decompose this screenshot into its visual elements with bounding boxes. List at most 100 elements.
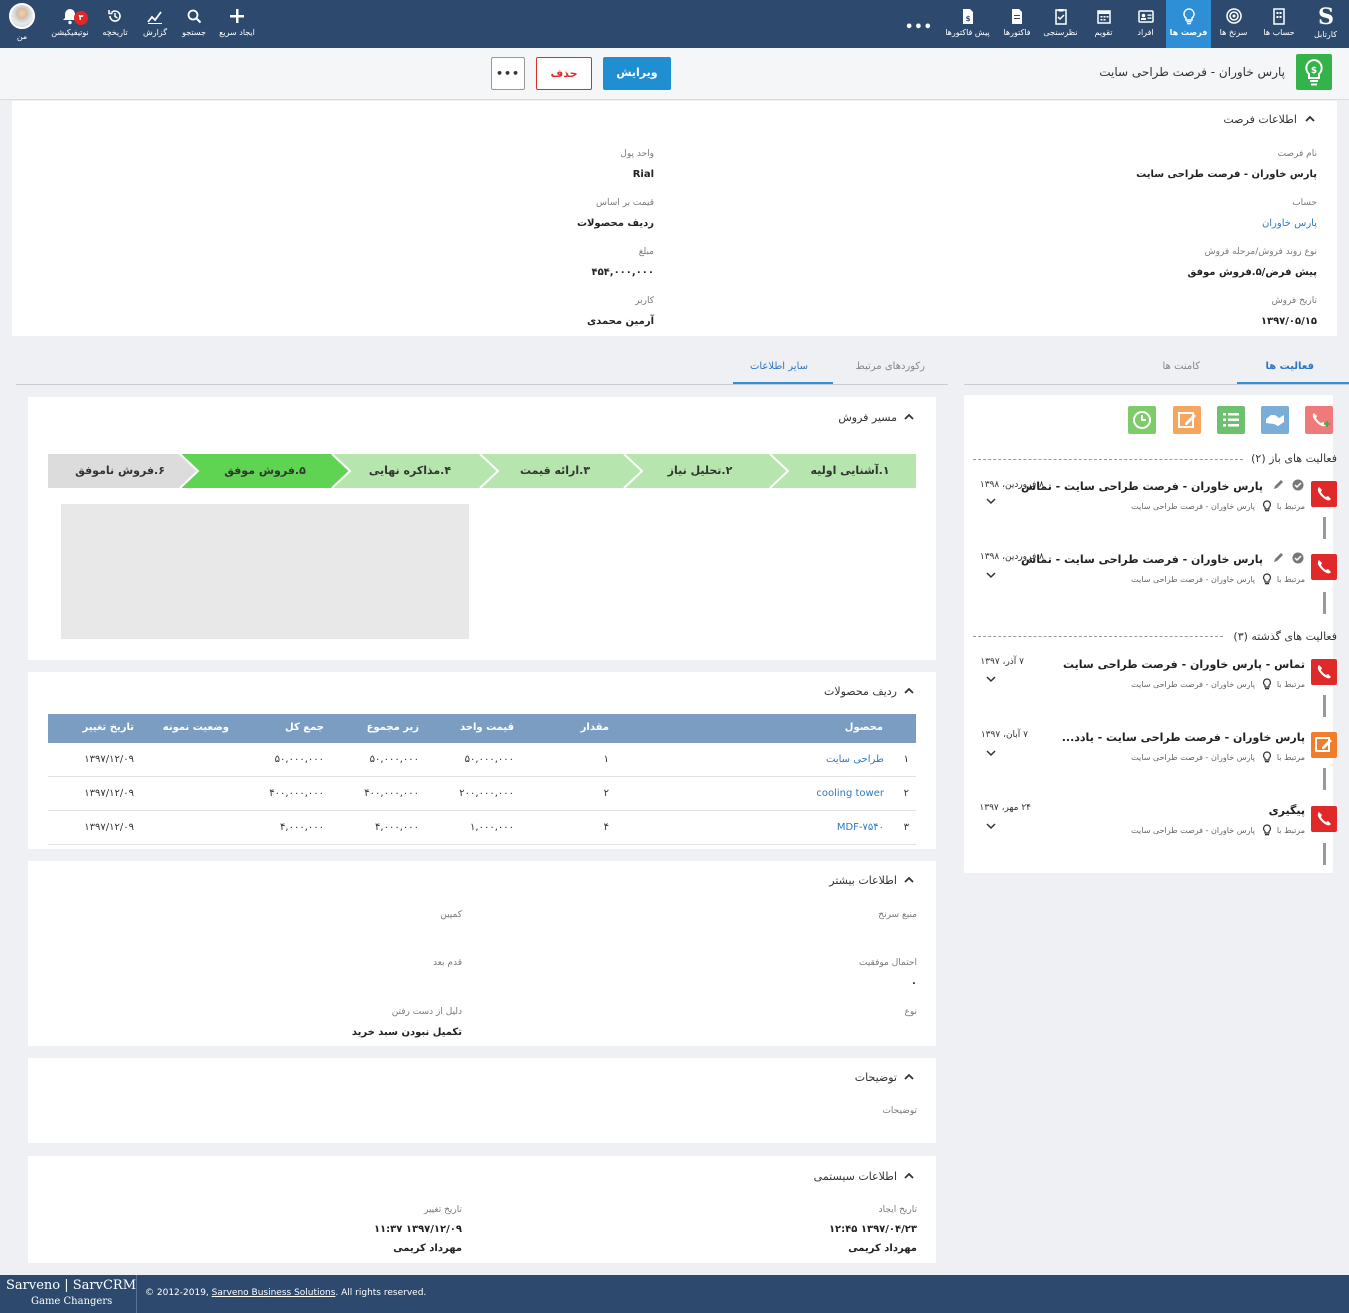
phone-plus-icon bbox=[1312, 413, 1330, 427]
chevron-up-icon[interactable] bbox=[1305, 114, 1315, 124]
edit-pencil-icon[interactable] bbox=[1272, 479, 1284, 491]
field-value: مهرداد کریمی bbox=[848, 1243, 917, 1254]
nav-contacts[interactable]: افراد bbox=[1125, 0, 1166, 48]
notification-count-badge: ۳ bbox=[74, 11, 88, 25]
cell-changed: ۱۳۹۷/۱۲/۰۹ bbox=[84, 822, 134, 833]
nav-quick-create[interactable]: ایجاد سریع bbox=[217, 0, 257, 48]
cell-unit-price: ۱,۰۰۰,۰۰۰ bbox=[470, 822, 514, 833]
column-header-sample-status: وضعیت نمونه bbox=[162, 722, 229, 733]
section-title: اطلاعات فرصت bbox=[1223, 113, 1297, 126]
field-label: قدم بعد bbox=[432, 958, 462, 968]
nav-report[interactable]: گزارش bbox=[139, 0, 171, 48]
record-header: $ پارس خاوران - فرصت طراحی سایت ویرایش ح… bbox=[0, 48, 1349, 100]
activity-title-link[interactable]: پارس خاوران - فرصت طراحی سایت - تماس bbox=[1021, 480, 1263, 493]
field-label: احتمال موفقیت bbox=[858, 958, 917, 968]
nav-preinvoices[interactable]: $ پیش فاکتورها bbox=[940, 0, 995, 48]
activity-date: ۷ آذر، ۱۳۹۷ bbox=[980, 657, 1024, 667]
stage-final-negotiation[interactable]: ۴.مذاکره نهایی bbox=[350, 454, 470, 488]
delete-button[interactable]: حذف bbox=[536, 57, 592, 90]
nav-home[interactable]: S کارتابل bbox=[1302, 0, 1349, 48]
chevron-down-icon[interactable] bbox=[986, 749, 996, 757]
product-link[interactable]: MDF-۷۵۴۰ bbox=[837, 822, 884, 833]
top-navigation-bar: S کارتابل حساب ها سرنخ ها فرصت ها افراد … bbox=[0, 0, 1349, 48]
activity-related-name[interactable]: پارس خاوران - فرصت طراحی سایت bbox=[1131, 753, 1255, 762]
add-task-button[interactable] bbox=[1217, 406, 1245, 434]
activity-date: ۸ فروردین، ۱۳۹۸ bbox=[979, 480, 1044, 490]
add-call-button[interactable] bbox=[1305, 406, 1333, 434]
account-link[interactable]: پارس خاوران bbox=[1262, 218, 1317, 229]
nav-accounts[interactable]: حساب ها bbox=[1256, 0, 1302, 48]
add-meeting-button[interactable] bbox=[1261, 406, 1289, 434]
activity-related-name[interactable]: پارس خاوران - فرصت طراحی سایت bbox=[1131, 502, 1255, 511]
tab-activities[interactable]: فعالیت ها bbox=[1265, 361, 1314, 372]
chevron-down-icon[interactable] bbox=[986, 571, 996, 579]
company-link[interactable]: Sarveno Business Solutions bbox=[212, 1288, 336, 1298]
nav-notifications[interactable]: ۳ نوتیفیکیشن bbox=[48, 0, 92, 48]
nav-me[interactable]: من bbox=[4, 0, 40, 48]
contact-card-icon bbox=[1137, 10, 1154, 23]
stage-initial-contact[interactable]: ۱.آشنایی اولیه bbox=[790, 454, 910, 488]
footer-divider bbox=[136, 1275, 137, 1313]
nav-search[interactable]: جستجو bbox=[177, 0, 211, 48]
edit-pencil-icon[interactable] bbox=[1272, 552, 1284, 564]
chevron-up-icon[interactable] bbox=[904, 1072, 914, 1082]
tabs-divider bbox=[16, 384, 948, 385]
stage-closed-lost[interactable]: ۶.فروش ناموفق bbox=[60, 454, 180, 488]
tab-other-info[interactable]: سایر اطلاعات bbox=[750, 361, 808, 372]
nav-invoices[interactable]: فاکتورها bbox=[995, 0, 1039, 48]
field-label: تاریخ فروش bbox=[1271, 296, 1317, 306]
chevron-up-icon[interactable] bbox=[904, 686, 914, 696]
nav-history[interactable]: تاریخچه bbox=[97, 0, 133, 48]
search-icon bbox=[187, 9, 202, 24]
nav-surveys[interactable]: نظرسنجی bbox=[1039, 0, 1082, 48]
chevron-up-icon[interactable] bbox=[904, 875, 914, 885]
chart-icon bbox=[147, 11, 162, 24]
add-reminder-button[interactable] bbox=[1128, 406, 1156, 434]
complete-check-icon[interactable] bbox=[1292, 479, 1304, 491]
chevron-up-icon[interactable] bbox=[904, 412, 914, 422]
tab-related-records[interactable]: رکوردهای مرتبط bbox=[855, 361, 925, 372]
activity-title-link[interactable]: پارس خاوران - فرصت طراحی سایت - یادد... bbox=[1062, 731, 1305, 744]
edit-button[interactable]: ویرایش bbox=[603, 57, 671, 90]
document-icon bbox=[1012, 9, 1022, 24]
phone-icon bbox=[1317, 560, 1331, 574]
nav-more-button[interactable]: ••• bbox=[905, 20, 933, 35]
product-link[interactable]: طراحی سایت bbox=[826, 754, 884, 765]
description-section bbox=[28, 1058, 936, 1143]
stage-needs-analysis[interactable]: ۲.تحلیل نیاز bbox=[640, 454, 760, 488]
activity-related-name[interactable]: پارس خاوران - فرصت طراحی سایت bbox=[1131, 826, 1255, 835]
lightbulb-icon bbox=[1263, 573, 1271, 585]
stage-price-quote[interactable]: ۳.ارائه قیمت bbox=[495, 454, 615, 488]
activity-related-name[interactable]: پارس خاوران - فرصت طراحی سایت bbox=[1131, 680, 1255, 689]
cell-total: ۴,۰۰۰,۰۰۰ bbox=[280, 822, 324, 833]
chevron-down-icon[interactable] bbox=[986, 675, 996, 683]
activity-title-link[interactable]: تماس - پارس خاوران - فرصت طراحی سایت bbox=[1063, 658, 1305, 671]
field-value: ۱۳۹۷/۰۵/۱۵ bbox=[1260, 316, 1317, 327]
chevron-down-icon[interactable] bbox=[986, 497, 996, 505]
nav-opportunities[interactable]: فرصت ها bbox=[1166, 0, 1211, 48]
timeline-line bbox=[1323, 592, 1326, 614]
nav-calendar[interactable]: تقویم bbox=[1082, 0, 1125, 48]
chevron-down-icon[interactable] bbox=[986, 822, 996, 830]
cell-subtotal: ۵۰,۰۰۰,۰۰۰ bbox=[369, 754, 419, 765]
chevron-up-icon[interactable] bbox=[904, 1171, 914, 1181]
lightbulb-icon bbox=[1263, 500, 1271, 512]
active-tab-underline bbox=[1237, 382, 1349, 384]
product-link[interactable]: cooling tower bbox=[816, 788, 884, 799]
field-label: حساب bbox=[1292, 198, 1317, 208]
add-note-button[interactable] bbox=[1173, 406, 1201, 434]
note-edit-icon bbox=[1315, 737, 1332, 752]
complete-check-icon[interactable] bbox=[1292, 552, 1304, 564]
field-value: تکمیل نبودن سبد خرید bbox=[351, 1027, 462, 1038]
building-icon bbox=[1273, 8, 1285, 25]
activity-title-link[interactable]: پارس خاوران - فرصت طراحی سایت - تماس bbox=[1021, 553, 1263, 566]
more-actions-button[interactable]: ••• bbox=[491, 57, 525, 90]
section-title: ردیف محصولات bbox=[824, 685, 897, 698]
activity-title-link[interactable]: پیگیری bbox=[1269, 804, 1305, 817]
stage-closed-won[interactable]: ۵.فروش موفق bbox=[205, 454, 325, 488]
activity-related-name[interactable]: پارس خاوران - فرصت طراحی سایت bbox=[1131, 575, 1255, 584]
nav-leads[interactable]: سرنخ ها bbox=[1211, 0, 1256, 48]
row-number: ۲ bbox=[903, 788, 909, 799]
field-value: پیش فرض/۵.فروش موفق bbox=[1187, 267, 1317, 278]
tab-comments[interactable]: کامنت ها bbox=[1163, 361, 1201, 372]
